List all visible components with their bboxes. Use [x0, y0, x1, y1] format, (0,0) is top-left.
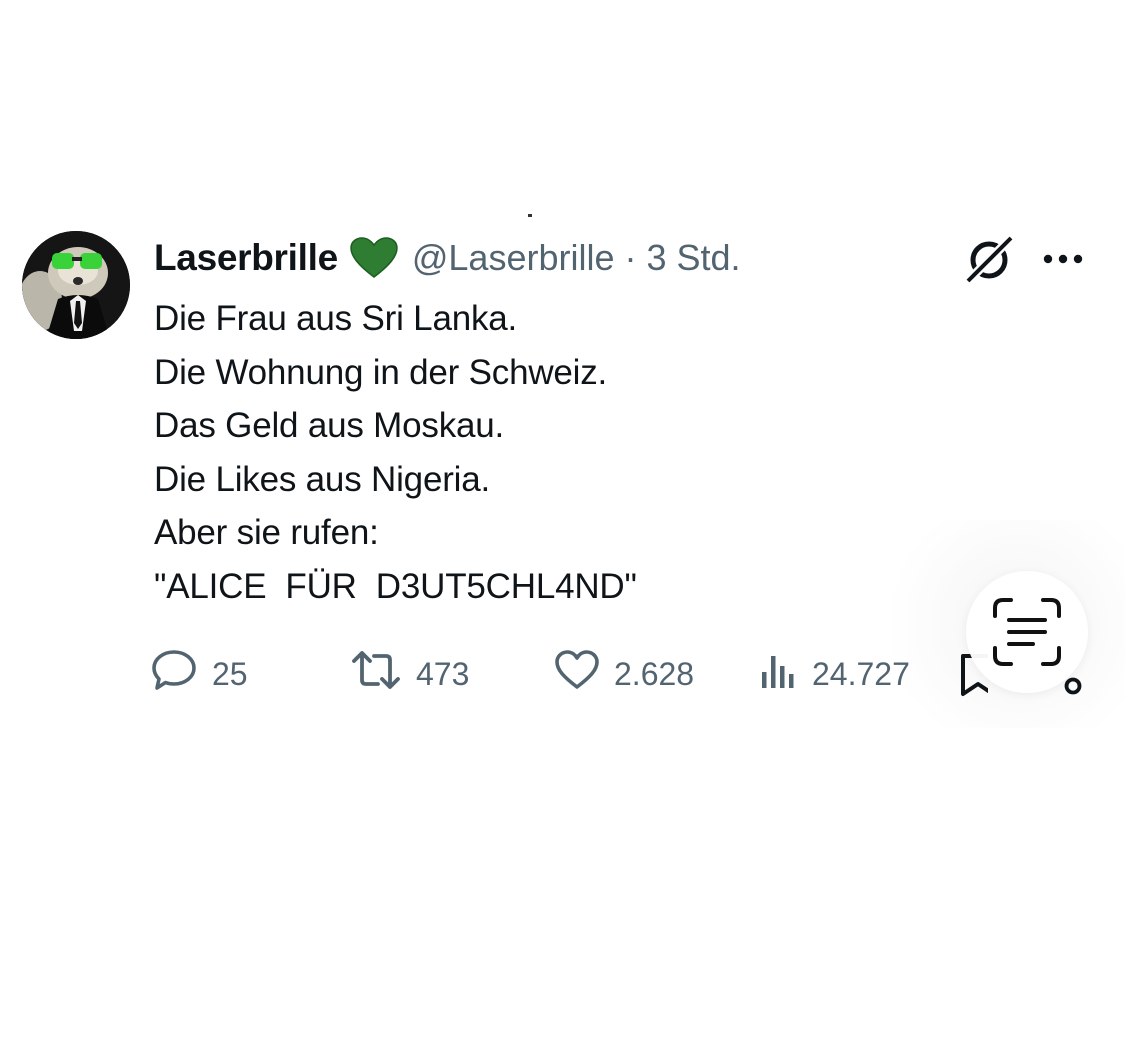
tweet-line: Die Wohnung in der Schweiz.: [154, 352, 608, 392]
tweet-line: Das Geld aus Moskau.: [154, 406, 505, 446]
tweet-text: Die Frau aus Sri Lanka. Die Wohnung in d…: [154, 292, 954, 614]
reply-button[interactable]: 25: [150, 644, 248, 704]
post-time[interactable]: 3 Std.: [646, 237, 740, 279]
live-text-scan-button[interactable]: [966, 571, 1088, 693]
views-button[interactable]: 24.727: [758, 644, 910, 704]
repost-icon: [350, 646, 402, 702]
reply-icon: [150, 646, 198, 702]
views-icon: [758, 648, 798, 700]
reply-count: 25: [212, 655, 248, 692]
live-text-scan-icon: [993, 598, 1061, 666]
meta-separator: ·: [624, 237, 637, 278]
separator-dot: [528, 214, 532, 217]
view-count: 24.727: [812, 655, 910, 692]
repost-button[interactable]: 473: [350, 644, 469, 704]
tweet-line: Die Likes aus Nigeria.: [154, 459, 491, 499]
avatar[interactable]: [22, 231, 130, 339]
grok-icon[interactable]: [962, 233, 1016, 287]
like-button[interactable]: 2.628: [554, 644, 694, 704]
tweet-line: Aber sie rufen:: [154, 513, 379, 553]
author-handle[interactable]: @Laserbrille: [412, 237, 615, 279]
repost-count: 473: [416, 655, 470, 692]
author-name[interactable]: Laserbrille: [154, 237, 338, 279]
tweet-header: Laserbrille @Laserbrille · 3 Std.: [154, 232, 741, 284]
green-heart-icon: [350, 237, 398, 279]
more-options-icon[interactable]: [1040, 240, 1086, 278]
avatar-image: [22, 231, 130, 339]
like-icon: [554, 648, 600, 700]
tweet-line: Die Frau aus Sri Lanka.: [154, 299, 518, 338]
tweet-line: "ALICE FÜR D3UT5CHL4ND": [154, 566, 637, 606]
like-count: 2.628: [614, 655, 695, 692]
